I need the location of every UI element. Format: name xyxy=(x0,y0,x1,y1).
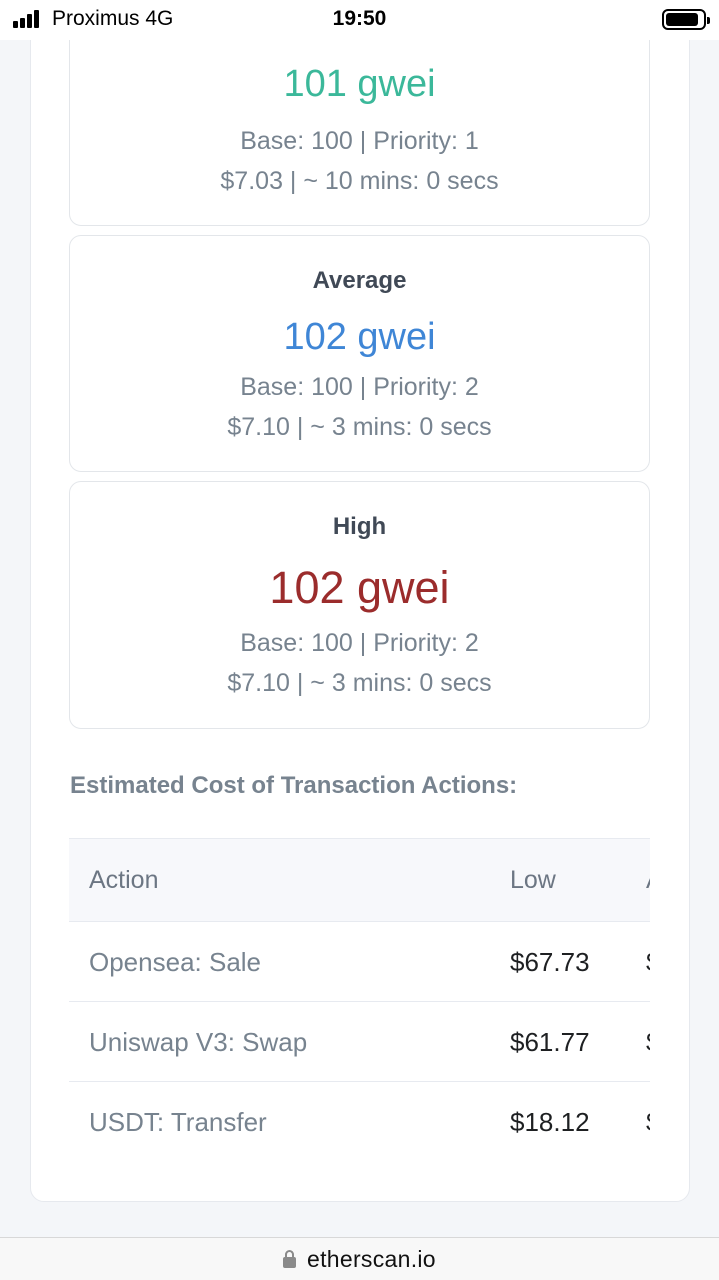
gas-card-average: Average 102 gwei Base: 100 | Priority: 2… xyxy=(69,235,650,472)
action-average-cost: $ xyxy=(646,947,650,978)
action-name: USDT: Transfer xyxy=(89,1107,267,1137)
lock-icon xyxy=(283,1250,296,1268)
table-row: USDT: Transfer $18.12 $ xyxy=(69,1082,650,1162)
column-header-average: A xyxy=(646,866,650,895)
gas-value-average: 102 gwei xyxy=(283,316,436,358)
table-row: Uniswap V3: Swap $61.77 $ xyxy=(69,1002,650,1082)
gas-card-low: 101 gwei Base: 100 | Priority: 1 $7.03 |… xyxy=(69,20,650,226)
gas-value-low: 101 gwei xyxy=(283,63,436,105)
gas-title-average: Average xyxy=(312,267,407,294)
battery-icon xyxy=(662,9,710,30)
action-name: Opensea: Sale xyxy=(89,947,262,977)
browser-url-bar[interactable]: etherscan.io xyxy=(0,1237,719,1280)
section-heading: Estimated Cost of Transaction Actions: xyxy=(70,772,518,799)
gas-card-high: High 102 gwei Base: 100 | Priority: 2 $7… xyxy=(69,481,650,729)
base-priority-average: Base: 100 | Priority: 2 xyxy=(240,373,479,401)
actions-table[interactable]: Action Low A Opensea: Sale $67.73 $ Unis… xyxy=(69,838,650,1164)
base-priority-low: Base: 100 | Priority: 1 xyxy=(240,127,479,155)
action-average-cost: $ xyxy=(646,1027,650,1058)
cost-time-low: $7.03 | ~ 10 mins: 0 secs xyxy=(220,167,499,195)
gas-value-high: 102 gwei xyxy=(269,562,450,613)
column-header-low: Low xyxy=(510,866,556,894)
cost-time-average: $7.10 | ~ 3 mins: 0 secs xyxy=(227,413,492,441)
status-bar: Proximus 4G 19:50 xyxy=(0,0,719,40)
column-header-action: Action xyxy=(89,866,159,894)
action-low-cost: $67.73 xyxy=(510,947,590,977)
action-name: Uniswap V3: Swap xyxy=(89,1027,308,1057)
action-low-cost: $61.77 xyxy=(510,1027,590,1057)
action-average-cost: $ xyxy=(646,1107,650,1138)
gas-title-high: High xyxy=(332,513,387,540)
base-priority-high: Base: 100 | Priority: 2 xyxy=(240,629,479,657)
url-domain[interactable]: etherscan.io xyxy=(307,1246,436,1273)
action-low-cost: $18.12 xyxy=(510,1107,590,1137)
table-header: Action Low A xyxy=(69,838,650,922)
status-time: 19:50 xyxy=(332,7,387,30)
cost-time-high: $7.10 | ~ 3 mins: 0 secs xyxy=(227,669,492,697)
table-row: Opensea: Sale $67.73 $ xyxy=(69,922,650,1002)
